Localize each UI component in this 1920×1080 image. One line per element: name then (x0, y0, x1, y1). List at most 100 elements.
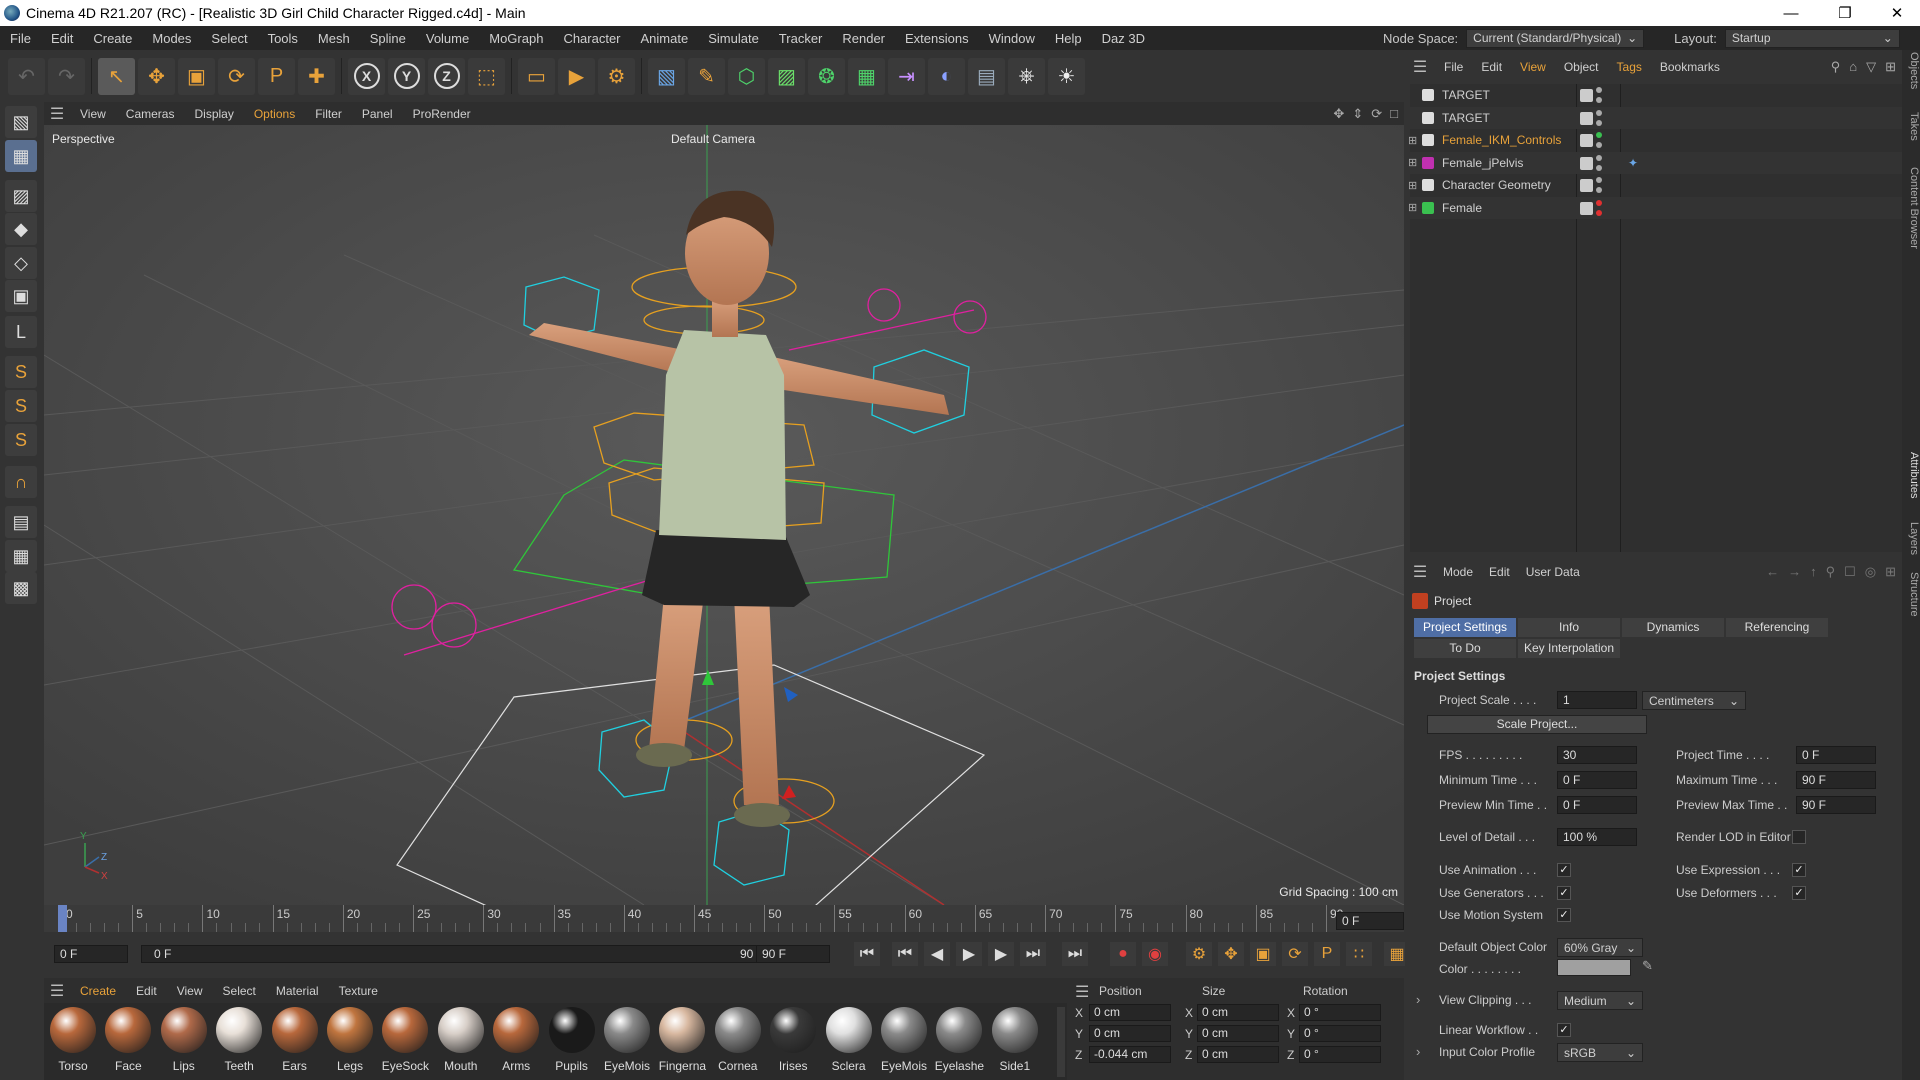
menu-mograph[interactable]: MoGraph (479, 31, 553, 46)
menu-file[interactable]: File (0, 31, 41, 46)
object-row[interactable]: ⊞ Female (1408, 196, 1902, 219)
viewport-menu-display[interactable]: Display (184, 107, 243, 121)
auto-key-button[interactable]: ◉ (1142, 942, 1168, 966)
editor-visibility-dot[interactable] (1596, 177, 1602, 183)
snap-settings-button[interactable]: S (5, 390, 37, 422)
coordinate-system-button[interactable]: ⬚ (468, 57, 505, 95)
hamburger-icon[interactable]: ☰ (1405, 57, 1435, 77)
side-tab-structure[interactable]: Structure (1902, 572, 1920, 617)
next-key-button[interactable]: ⏭ (1020, 942, 1046, 966)
menu-modes[interactable]: Modes (142, 31, 201, 46)
menu-volume[interactable]: Volume (416, 31, 479, 46)
maximize-button[interactable]: ❐ (1822, 0, 1868, 26)
editor-visibility-dot[interactable] (1596, 154, 1602, 161)
move-button[interactable]: ✥ (138, 57, 175, 95)
redo-button[interactable]: ↷ (48, 57, 85, 95)
visibility-check-icon[interactable] (1580, 89, 1593, 102)
extrude-button[interactable]: ▨ (768, 57, 805, 95)
tab-to-do[interactable]: To Do (1414, 639, 1516, 658)
attribute-menu-edit[interactable]: Edit (1481, 565, 1518, 579)
coord-position-x-field[interactable]: 0 cm (1089, 1004, 1171, 1021)
viewport-menu-options[interactable]: Options (244, 107, 305, 121)
object-menu-tags[interactable]: Tags (1608, 60, 1651, 74)
render-visibility-dot[interactable] (1596, 97, 1602, 103)
material-menu-select[interactable]: Select (213, 984, 266, 998)
material-menu-create[interactable]: Create (70, 984, 126, 998)
menu-character[interactable]: Character (553, 31, 630, 46)
max-time-field[interactable]: 90 F (1796, 771, 1876, 789)
layout-dropdown[interactable]: Startup ⌄ (1724, 28, 1900, 48)
object-row[interactable]: ⊞ Female_IKM_Controls (1408, 129, 1902, 151)
subdivision-button[interactable]: ⬡ (728, 57, 765, 95)
coord-size-y-field[interactable]: 0 cm (1197, 1025, 1279, 1042)
project-scale-field[interactable]: 1 (1557, 691, 1637, 709)
prev-frame-button[interactable]: ◀ (924, 942, 950, 966)
ik-tag-icon[interactable]: ✦ (1628, 156, 1638, 170)
up-arrow-icon[interactable]: ↑ (1810, 564, 1817, 580)
pan-icon[interactable]: ✥ (1333, 106, 1344, 122)
attribute-menu-mode[interactable]: Mode (1435, 565, 1481, 579)
keyframe-selection-button[interactable]: ⚙ (1186, 942, 1212, 966)
scale-project-button[interactable]: Scale Project... (1427, 715, 1647, 734)
menu-simulate[interactable]: Simulate (698, 31, 769, 46)
material-swatch[interactable]: Arms (489, 1007, 541, 1077)
object-row[interactable]: TARGET (1410, 84, 1902, 106)
material-swatch[interactable]: Ears (268, 1007, 320, 1077)
render-visibility-dot[interactable] (1596, 187, 1602, 193)
maximize-view-icon[interactable]: □ (1390, 106, 1398, 122)
menu-extensions[interactable]: Extensions (895, 31, 979, 46)
menu-mesh[interactable]: Mesh (308, 31, 360, 46)
node-space-dropdown[interactable]: Current (Standard/Physical) ⌄ (1466, 28, 1645, 48)
view-clipping-dropdown[interactable]: Medium ⌄ (1557, 991, 1643, 1010)
material-menu-texture[interactable]: Texture (329, 984, 388, 998)
default-color-dropdown[interactable]: 60% Gray ⌄ (1557, 938, 1643, 957)
object-menu-edit[interactable]: Edit (1472, 60, 1511, 74)
object-row[interactable]: ⊞ Character Geometry (1408, 174, 1902, 196)
locked-workplane-button[interactable]: ▦ (5, 540, 37, 572)
undo-button[interactable]: ↶ (8, 57, 45, 95)
live-select-button[interactable]: ✚ (298, 57, 335, 95)
editor-visibility-dot[interactable] (1596, 87, 1602, 93)
start-frame-field[interactable]: 0 F (54, 945, 128, 963)
material-menu-view[interactable]: View (167, 984, 213, 998)
chevron-right-icon[interactable]: › (1416, 992, 1420, 1007)
close-button[interactable]: ✕ (1874, 0, 1920, 26)
current-frame-field[interactable]: 0 F (1336, 912, 1404, 930)
z-axis-button[interactable]: Z (428, 57, 465, 95)
tab-dynamics[interactable]: Dynamics (1622, 618, 1724, 637)
color-swatch[interactable] (1557, 959, 1631, 976)
object-row[interactable]: TARGET (1410, 106, 1902, 129)
material-menu-material[interactable]: Material (266, 984, 329, 998)
coord-rotation-y-field[interactable]: 0 ° (1299, 1025, 1381, 1042)
axis-mode-button[interactable]: L (5, 316, 37, 348)
array-button[interactable]: ▦ (848, 57, 885, 95)
material-swatch[interactable]: Sclera (822, 1007, 874, 1077)
forward-arrow-icon[interactable]: → (1788, 564, 1801, 580)
camera-button[interactable]: ⎈ (1008, 57, 1045, 95)
tab-project-settings[interactable]: Project Settings (1414, 618, 1516, 637)
side-tab-layers[interactable]: Layers (1902, 522, 1920, 555)
preview-min-field[interactable]: 0 F (1557, 796, 1637, 814)
material-swatch[interactable]: Irises (766, 1007, 818, 1077)
attribute-menu-user-data[interactable]: User Data (1518, 565, 1588, 579)
render-visibility-dot[interactable] (1596, 209, 1602, 216)
workplane-button[interactable]: S (5, 424, 37, 456)
material-swatch[interactable]: Fingerna (655, 1007, 707, 1077)
grid-button[interactable]: ▤ (5, 506, 37, 538)
render-settings-button[interactable]: ⚙ (598, 57, 635, 95)
viewport-menu-panel[interactable]: Panel (352, 107, 403, 121)
render-region-button[interactable]: ▭ (518, 57, 555, 95)
object-row[interactable]: ⊞ Female_jPelvis ✦ (1408, 151, 1902, 174)
project-time-field[interactable]: 0 F (1796, 746, 1876, 764)
new-panel-icon[interactable]: ⊞ (1885, 59, 1896, 75)
material-swatch[interactable]: Torso (46, 1007, 98, 1077)
object-menu-bookmarks[interactable]: Bookmarks (1651, 60, 1729, 74)
use-animation-checkbox[interactable]: ✓ (1557, 863, 1571, 877)
search-icon[interactable]: ⚲ (1831, 59, 1841, 75)
tab-key-interpolation[interactable]: Key Interpolation (1518, 639, 1620, 658)
viewport-menu-view[interactable]: View (70, 107, 116, 121)
psr-button[interactable]: P (258, 57, 295, 95)
material-swatch[interactable]: Cornea (711, 1007, 763, 1077)
coord-rotation-z-field[interactable]: 0 ° (1299, 1046, 1381, 1063)
material-swatch[interactable]: Mouth (434, 1007, 486, 1077)
